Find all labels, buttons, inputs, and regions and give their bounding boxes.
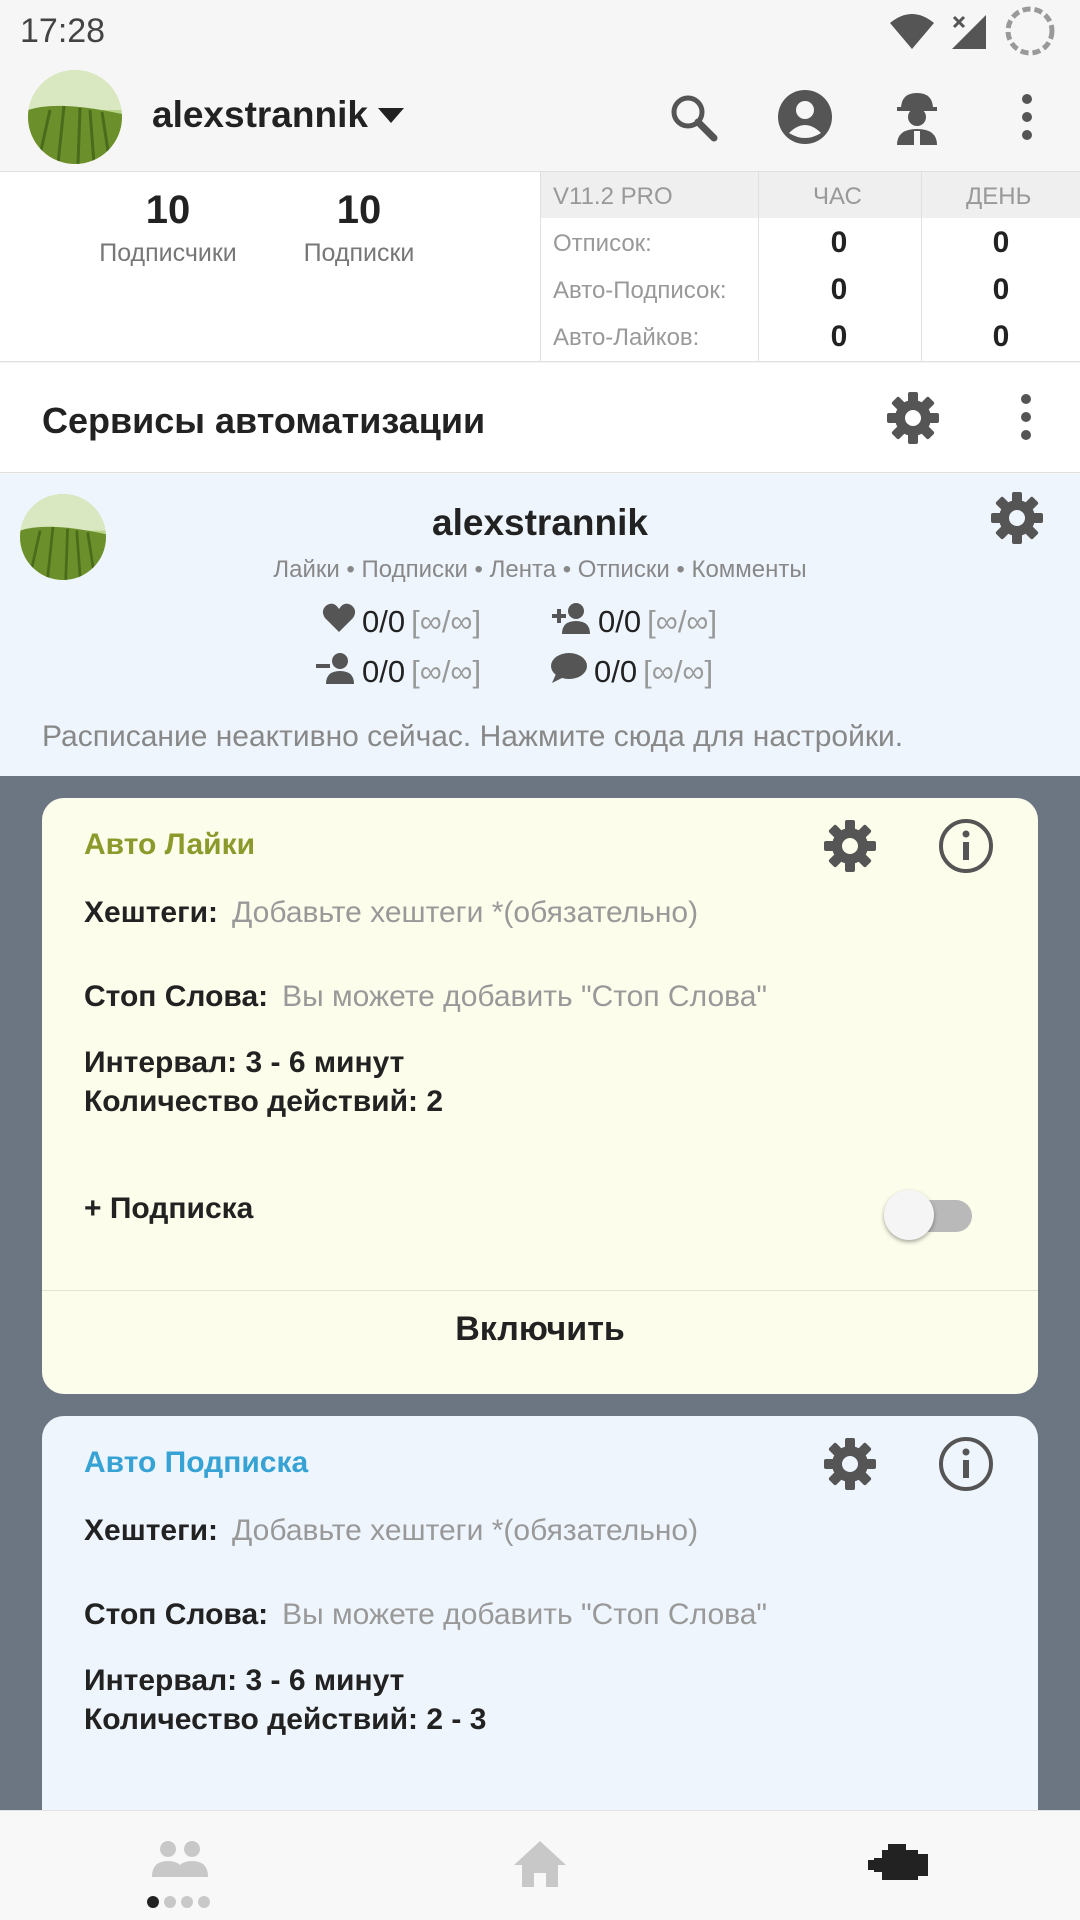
unfollows-metric: 0/0 [∞/∞] [314,652,481,692]
hashtags-placeholder: Добавьте хештеги *(обязательно) [232,1514,699,1547]
comment-icon [550,652,588,692]
home-icon [512,1839,568,1894]
gear-icon[interactable] [989,490,1045,551]
accounts-icon [148,1837,212,1888]
hashtags-field[interactable]: Хештеги: Добавьте хештеги *(обязательно) [84,1514,698,1548]
gear-icon[interactable] [822,818,882,878]
following-count: 10 [336,188,382,232]
follows-metric: 0/0 [∞/∞] [550,602,717,642]
heart-icon [322,602,356,642]
automation-section-header: Сервисы автоматизации [0,363,1080,473]
section-title: Сервисы автоматизации [42,400,486,441]
follows-limit: [∞/∞] [647,604,718,639]
hashtags-label: Хештеги: [84,1514,219,1547]
status-time: 17:28 [20,12,106,50]
app-bar: alexstrannik [0,62,1080,172]
profile-stats: 10 Подписчики 10 Подписки V11.2 PRO ЧАС … [0,172,1080,362]
divider [42,1290,1038,1291]
stopwords-label: Стоп Слова: [84,980,269,1013]
hashtags-field[interactable]: Хештеги: Добавьте хештеги *(обязательно) [84,896,698,930]
auto-follow-card: Авто Подписка Хештеги: Добавьте хештеги *… [42,1416,1038,1810]
actions-count-text[interactable]: Количество действий: 2 - 3 [84,1703,486,1737]
stopwords-placeholder: Вы можете добавить "Стоп Слова" [282,980,768,1013]
stats-row-day: 0 [992,226,1010,259]
stats-row-label: Авто-Подписок: [553,277,727,304]
follow-toggle[interactable] [884,1190,976,1240]
followers-count: 10 [145,188,191,232]
interval-text[interactable]: Интервал: 3 - 6 минут [84,1046,404,1080]
stats-table: V11.2 PRO ЧАС ДЕНЬ Отписок: 0 0 Авто-Под… [540,172,1080,362]
likes-value: 0/0 [362,604,406,639]
search-icon[interactable] [660,84,726,150]
comments-value: 0/0 [594,654,638,689]
likes-limit: [∞/∞] [411,604,482,639]
account-icon[interactable] [772,84,838,150]
stopwords-field[interactable]: Стоп Слова: Вы можете добавить "Стоп Слов… [84,1598,767,1632]
info-icon[interactable] [938,818,998,878]
following-counter[interactable]: 10 Подписки [274,188,444,268]
unfollows-value: 0/0 [362,654,406,689]
nav-automation[interactable] [720,1811,1080,1920]
stats-row-hour: 0 [830,273,848,306]
page-indicator [147,1896,210,1908]
stats-row-label: Авто-Лайков: [553,324,700,351]
stats-header-version: V11.2 PRO [553,183,673,210]
stats-row-day: 0 [992,273,1010,306]
comments-limit: [∞/∞] [643,654,714,689]
stopwords-label: Стоп Слова: [84,1598,269,1631]
stats-row-label: Отписок: [553,230,652,257]
stats-row-hour: 0 [830,320,848,353]
follow-toggle-label: + Подписка [84,1192,254,1225]
comments-metric: 0/0 [∞/∞] [550,652,713,692]
add-person-icon [550,602,592,642]
remove-person-icon [314,652,356,692]
followers-label: Подписчики [99,239,237,267]
unfollows-limit: [∞/∞] [411,654,482,689]
status-bar: 17:28 [0,0,1080,62]
gear-icon[interactable] [822,1436,882,1496]
stats-header-hour: ЧАС [813,183,862,210]
followers-counter[interactable]: 10 Подписчики [83,188,253,268]
loading-icon [1004,5,1056,62]
account-switcher[interactable]: alexstrannik [152,94,368,136]
services-list: Авто Лайки Хештеги: Добавьте хештеги *(об… [0,776,1080,1810]
hashtags-placeholder: Добавьте хештеги *(обязательно) [232,896,699,929]
stopwords-field[interactable]: Стоп Слова: Вы можете добавить "Стоп Слов… [84,980,767,1014]
card-title: Авто Лайки [84,828,256,861]
nav-home[interactable] [360,1811,720,1920]
engine-icon [868,1842,932,1891]
stats-row-hour: 0 [830,226,848,259]
more-vert-icon[interactable] [994,84,1060,150]
account-name: alexstrannik [432,502,648,543]
likes-metric: 0/0 [∞/∞] [322,602,481,642]
more-vert-icon[interactable] [1018,393,1034,446]
actions-count-text[interactable]: Количество действий: 2 [84,1085,443,1119]
schedule-link[interactable]: Расписание неактивно сейчас. Нажмите сюд… [42,720,903,754]
interval-text[interactable]: Интервал: 3 - 6 минут [84,1664,404,1698]
bottom-nav [0,1810,1080,1920]
enable-button[interactable]: Включить [42,1310,1038,1349]
auto-likes-card: Авто Лайки Хештеги: Добавьте хештеги *(об… [42,798,1038,1394]
stats-header-day: ДЕНЬ [966,183,1032,210]
chevron-down-icon[interactable] [378,108,404,123]
account-summary[interactable]: alexstrannik Лайки • Подписки • Лента • … [0,474,1080,776]
account-services: Лайки • Подписки • Лента • Отписки • Ком… [273,556,807,583]
info-icon[interactable] [938,1436,998,1496]
signal-off-icon [950,11,990,56]
following-label: Подписки [303,239,415,267]
worker-icon[interactable] [884,84,950,150]
gear-icon[interactable] [885,390,941,451]
stopwords-placeholder: Вы можете добавить "Стоп Слова" [282,1598,768,1631]
avatar[interactable] [28,70,122,164]
follows-value: 0/0 [598,604,642,639]
nav-accounts[interactable] [0,1811,360,1920]
wifi-icon [888,11,936,56]
hashtags-label: Хештеги: [84,896,219,929]
card-title: Авто Подписка [84,1446,309,1479]
stats-row-day: 0 [992,320,1010,353]
